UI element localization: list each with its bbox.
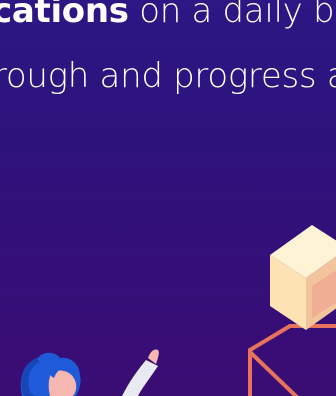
- person-illustration: [20, 349, 159, 396]
- cube-illustration: [270, 225, 336, 330]
- hero-illustration: [20, 225, 336, 396]
- hero-section: cations on a daily bas rough and progres…: [0, 0, 336, 396]
